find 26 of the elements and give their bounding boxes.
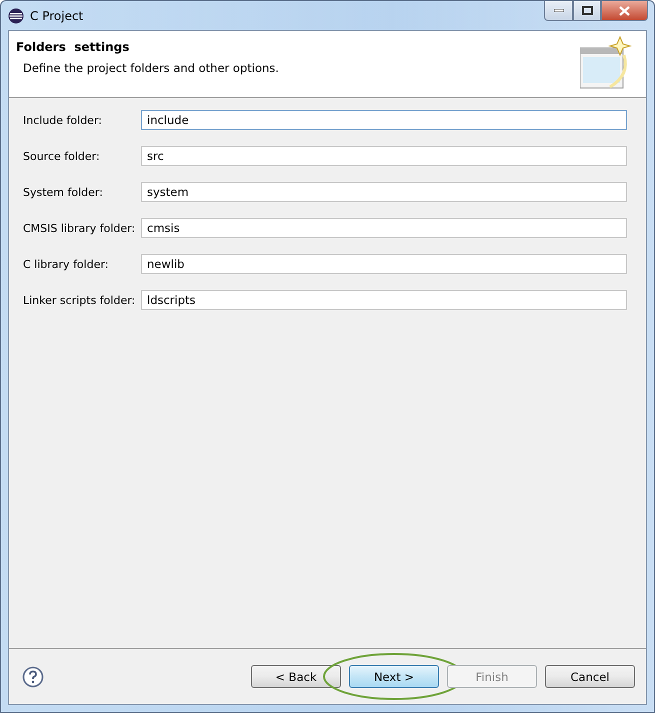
- page-title: Folders settings: [16, 40, 130, 54]
- folder-input-field[interactable]: newlib: [141, 254, 627, 274]
- folder-input-field[interactable]: cmsis: [141, 218, 627, 238]
- help-icon[interactable]: [22, 666, 44, 688]
- maximize-button[interactable]: [573, 1, 601, 21]
- close-icon: [619, 6, 630, 16]
- folder-input-field[interactable]: include: [141, 110, 627, 130]
- field-label: Include folder:: [23, 114, 103, 126]
- folder-input-field[interactable]: ldscripts: [141, 290, 627, 310]
- field-label: Source folder:: [23, 150, 101, 162]
- field-label: System folder:: [23, 186, 104, 198]
- folder-input-field[interactable]: system: [141, 182, 627, 202]
- field-label: Linker scripts folder:: [23, 294, 136, 306]
- wizard-button[interactable]: Next >: [349, 665, 439, 688]
- wizard-button[interactable]: Cancel: [545, 665, 635, 688]
- eclipse-logo-icon: [8, 8, 24, 24]
- wizard-button[interactable]: < Back: [251, 665, 341, 688]
- field-label: C library folder:: [23, 258, 110, 270]
- minimize-icon: [554, 9, 564, 12]
- window-title: C Project: [30, 8, 84, 22]
- page-description: Define the project folders and other options.: [22, 61, 279, 75]
- minimize-button[interactable]: [544, 1, 573, 21]
- field-label: CMSIS library folder:: [23, 222, 136, 234]
- maximize-icon: [582, 6, 592, 15]
- close-button[interactable]: [601, 1, 648, 21]
- folder-input-field[interactable]: src: [141, 146, 627, 166]
